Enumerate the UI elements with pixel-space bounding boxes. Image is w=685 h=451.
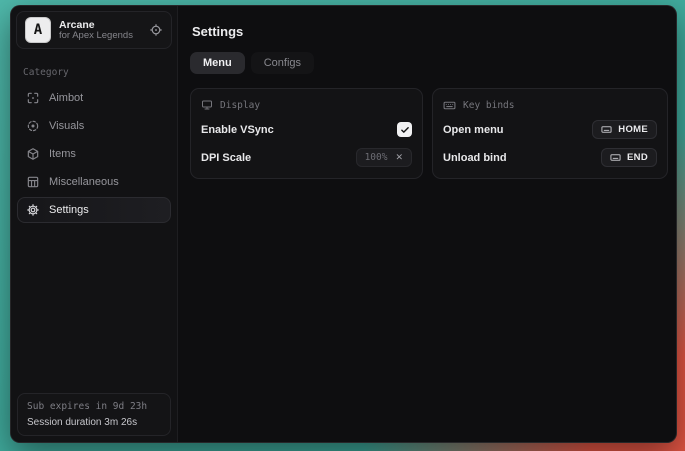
check-icon — [400, 125, 410, 135]
subscription-card: Sub expires in 9d 23h Session duration 3… — [17, 393, 171, 436]
brand-card: A Arcane for Apex Legends — [16, 11, 172, 49]
target-icon[interactable] — [149, 23, 163, 37]
dpi-scale-input[interactable]: 100% ✕ — [356, 148, 412, 167]
sidebar-item-label: Items — [49, 148, 76, 160]
open-menu-key: HOME — [618, 124, 648, 135]
sidebar-item-miscellaneous[interactable]: Miscellaneous — [17, 169, 171, 195]
display-card-header: Display — [201, 97, 412, 113]
keybinds-card-title: Key binds — [463, 100, 514, 111]
dpi-scale-value: 100% — [365, 152, 388, 163]
page-title: Settings — [192, 24, 668, 39]
open-menu-row: Open menu HOME — [443, 118, 657, 141]
clear-icon[interactable]: ✕ — [395, 153, 403, 162]
tab-menu[interactable]: Menu — [190, 52, 245, 74]
sidebar-item-label: Miscellaneous — [49, 176, 119, 188]
dpi-scale-label: DPI Scale — [201, 152, 251, 164]
unload-bind-label: Unload bind — [443, 152, 507, 164]
sidebar-item-items[interactable]: Items — [17, 141, 171, 167]
unload-bind-button[interactable]: END — [601, 148, 657, 167]
session-duration-text: Session duration 3m 26s — [27, 417, 161, 428]
open-menu-label: Open menu — [443, 124, 504, 136]
brand-subtitle: for Apex Legends — [59, 31, 133, 42]
sidebar-item-label: Settings — [49, 204, 89, 216]
open-menu-bind-button[interactable]: HOME — [592, 120, 657, 139]
vsync-checkbox[interactable] — [397, 122, 412, 137]
sidebar: A Arcane for Apex Legends Category — [11, 6, 178, 442]
crosshair-icon — [26, 91, 40, 105]
tab-configs[interactable]: Configs — [251, 52, 314, 74]
tab-bar: Menu Configs — [190, 52, 668, 74]
sidebar-item-label: Visuals — [49, 120, 84, 132]
vsync-row: Enable VSync — [201, 118, 412, 141]
category-label: Category — [23, 67, 165, 78]
box-icon — [26, 147, 40, 161]
vsync-label: Enable VSync — [201, 124, 274, 136]
keybinds-card-header: Key binds — [443, 97, 657, 113]
grid-icon — [26, 175, 40, 189]
dpi-row: DPI Scale 100% ✕ — [201, 146, 412, 169]
unload-bind-row: Unload bind END — [443, 146, 657, 169]
unload-bind-key: END — [627, 152, 648, 163]
keyboard-icon — [610, 152, 621, 163]
gear-icon — [26, 203, 40, 217]
main-panel: Settings Menu Configs Display — [178, 6, 677, 442]
brand-logo: A — [25, 17, 51, 43]
sidebar-nav: Aimbot Visuals Items — [11, 85, 177, 223]
sidebar-item-aimbot[interactable]: Aimbot — [17, 85, 171, 111]
keyboard-icon — [443, 99, 456, 112]
sidebar-item-visuals[interactable]: Visuals — [17, 113, 171, 139]
keyboard-icon — [601, 124, 612, 135]
display-card: Display Enable VSync DPI Scale — [190, 88, 423, 179]
arcane-window: A Arcane for Apex Legends Category — [10, 5, 677, 443]
keybinds-card: Key binds Open menu HOME — [432, 88, 668, 179]
brand-text: Arcane for Apex Legends — [59, 19, 133, 42]
monitor-icon — [201, 99, 213, 111]
radar-icon — [26, 119, 40, 133]
sub-expiry-text: Sub expires in 9d 23h — [27, 401, 161, 412]
sidebar-item-label: Aimbot — [49, 92, 83, 104]
sidebar-item-settings[interactable]: Settings — [17, 197, 171, 223]
display-card-title: Display — [220, 100, 260, 111]
game-background: { "sidebar": { "brand": { "logo_letter":… — [0, 0, 685, 451]
settings-cards: Display Enable VSync DPI Scale — [190, 88, 668, 179]
brand-title: Arcane — [59, 19, 133, 31]
